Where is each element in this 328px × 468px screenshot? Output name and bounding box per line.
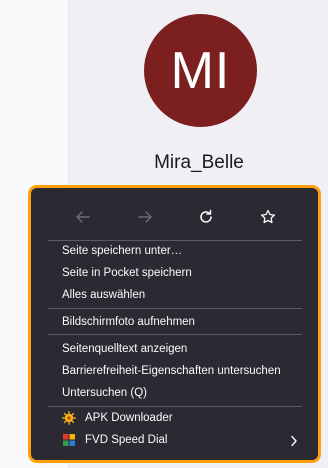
- menu-item-fvd-speed-dial[interactable]: FVD Speed Dial: [85, 434, 167, 446]
- profile-name: Mira_Belle: [154, 152, 244, 173]
- chevron-right-icon: [291, 435, 297, 447]
- menu-item-inspect[interactable]: Untersuchen (Q): [62, 387, 147, 399]
- arrow-right-icon: [138, 211, 152, 223]
- menu-separator: [48, 240, 302, 241]
- menu-item-select-all[interactable]: Alles auswählen: [62, 289, 145, 301]
- menu-item-inspect-accessibility[interactable]: Barrierefreiheit-Eigenschaften untersuch…: [62, 365, 281, 377]
- menu-item-save-page[interactable]: Seite speichern unter…: [62, 245, 182, 257]
- apk-downloader-icon: [62, 411, 76, 425]
- profile-card: MI Mira_Belle: [70, 0, 328, 190]
- menu-item-save-to-pocket[interactable]: Seite in Pocket speichern: [62, 267, 192, 279]
- menu-separator: [48, 308, 302, 309]
- context-menu: Seite speichern unter… Seite in Pocket s…: [28, 185, 321, 463]
- menu-item-screenshot[interactable]: Bildschirmfoto aufnehmen: [62, 316, 195, 328]
- fvd-speed-dial-icon: [63, 434, 75, 446]
- forward-button[interactable]: [130, 202, 160, 232]
- context-menu-nav: [31, 202, 318, 232]
- menu-item-apk-downloader[interactable]: APK Downloader: [85, 412, 173, 424]
- reload-icon: [200, 209, 212, 223]
- menu-item-view-source[interactable]: Seitenquelltext anzeigen: [62, 343, 187, 355]
- bookmark-button[interactable]: [253, 202, 283, 232]
- reload-button[interactable]: [191, 202, 221, 232]
- avatar[interactable]: MI: [144, 14, 257, 127]
- arrow-left-icon: [76, 211, 90, 223]
- star-icon: [261, 209, 275, 224]
- menu-separator: [48, 406, 302, 407]
- back-button[interactable]: [68, 202, 98, 232]
- menu-separator: [48, 334, 302, 335]
